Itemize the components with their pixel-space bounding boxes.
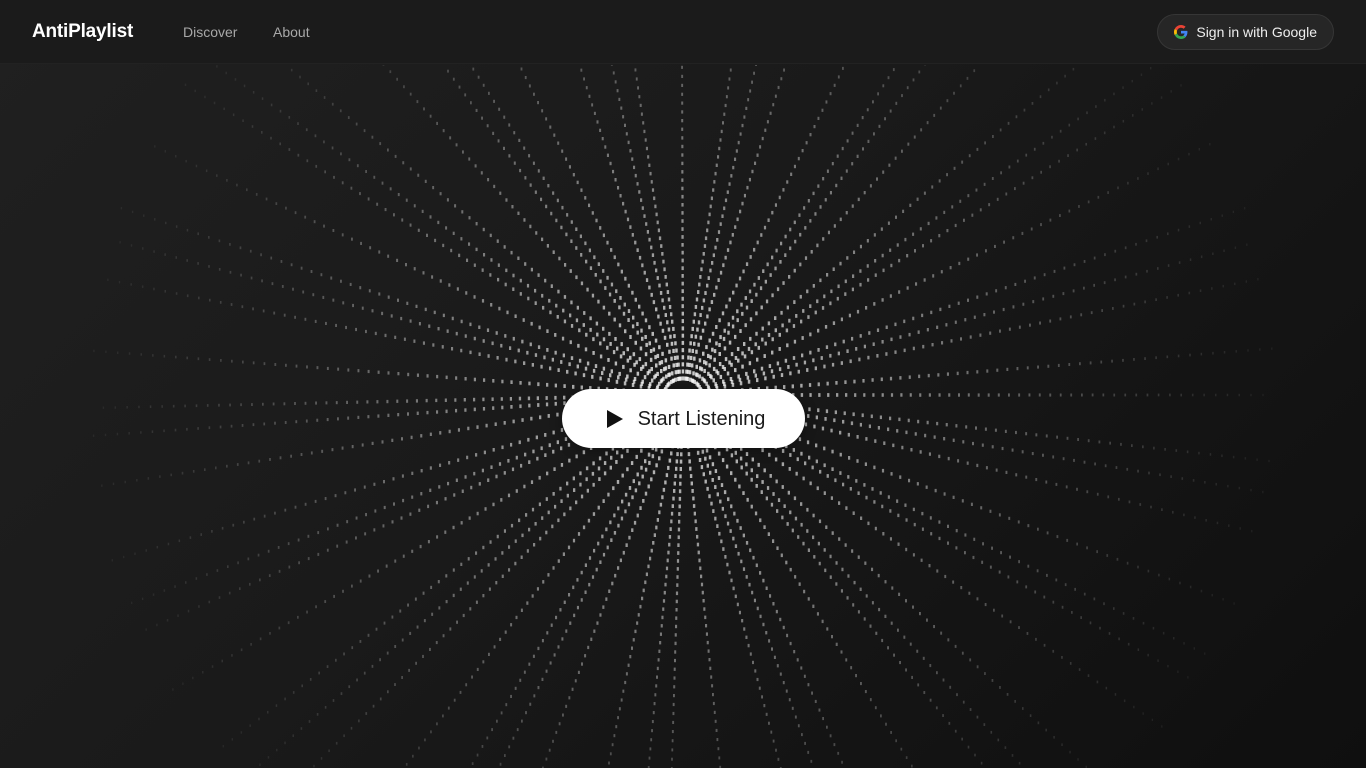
top-navbar: AntiPlaylist Discover About Sign in with… [0, 0, 1366, 64]
start-listening-label: Start Listening [637, 407, 766, 430]
nav-link-about[interactable]: About [273, 24, 310, 40]
start-listening-button[interactable]: Start Listening [562, 389, 805, 448]
play-icon [606, 409, 624, 428]
sign-in-label: Sign in with Google [1196, 24, 1317, 40]
brand-logo[interactable]: AntiPlaylist [32, 20, 133, 44]
nav-link-discover[interactable]: Discover [183, 24, 237, 40]
google-g-icon [1174, 25, 1188, 39]
landing-page: AntiPlaylist Discover About Sign in with… [0, 0, 1366, 768]
sign-in-with-google-button[interactable]: Sign in with Google [1157, 14, 1334, 50]
